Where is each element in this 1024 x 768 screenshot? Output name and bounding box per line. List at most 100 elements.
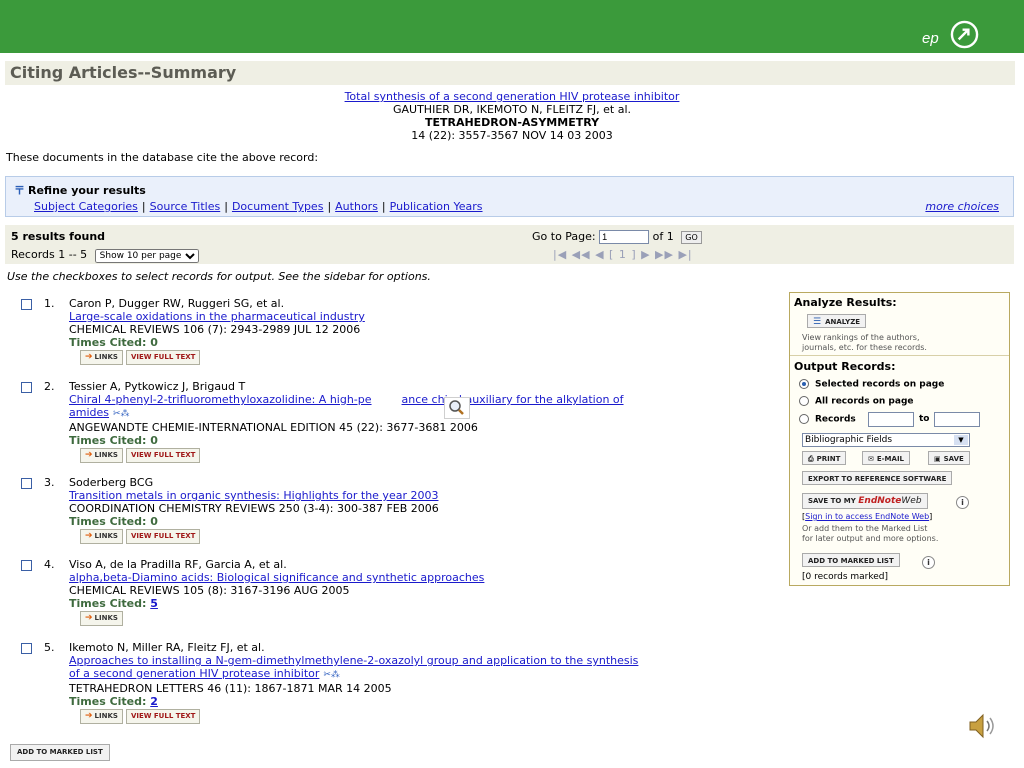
- to-label: to: [919, 414, 930, 424]
- arrow-right-icon: ➔: [85, 531, 93, 541]
- view-full-text-button[interactable]: VIEW FULL TEXT: [125, 448, 201, 463]
- record-title-link[interactable]: Transition metals in organic synthesis: …: [69, 489, 438, 502]
- logo-arrow-icon: [950, 20, 979, 49]
- links-button[interactable]: ➔ LINKS: [80, 529, 123, 544]
- save-label: SAVE: [943, 455, 964, 463]
- fields-select[interactable]: Bibliographic Fields ▼: [802, 433, 970, 447]
- info-icon[interactable]: i: [956, 496, 969, 509]
- refine-authors[interactable]: Authors: [335, 200, 378, 213]
- record-title-link[interactable]: alpha,beta-Diamino acids: Biological sig…: [69, 571, 484, 584]
- view-full-text-button[interactable]: VIEW FULL TEXT: [125, 350, 201, 365]
- records-from-input[interactable]: [868, 412, 914, 427]
- record-checkbox[interactable]: [21, 560, 32, 571]
- goto-page-input[interactable]: [599, 230, 650, 244]
- per-page-select[interactable]: Show 10 per page: [94, 249, 199, 263]
- records-to-input[interactable]: [934, 412, 980, 427]
- chevron-down-icon: ▼: [954, 435, 968, 445]
- record-title-link[interactable]: Large-scale oxidations in the pharmaceut…: [69, 310, 365, 323]
- print-button[interactable]: ⎙ PRINT: [802, 451, 847, 465]
- more-choices-link[interactable]: more choices: [925, 200, 999, 213]
- view-full-text-button[interactable]: VIEW FULL TEXT: [125, 529, 201, 544]
- times-cited-value: 0: [150, 515, 158, 528]
- intro-text: These documents in the database cite the…: [6, 151, 319, 164]
- links-button[interactable]: ➔ LINKS: [80, 350, 123, 365]
- record-authors: Tessier A, Pytkowicz J, Brigaud T: [69, 380, 246, 393]
- graph-icon[interactable]: ✂⁂: [113, 409, 130, 419]
- go-button[interactable]: GO: [681, 230, 702, 244]
- records-marked: [0 records marked]: [802, 572, 889, 582]
- refine-panel: 〒 Refine your results Subject Categories |…: [5, 176, 1014, 217]
- info-icon[interactable]: i: [922, 556, 935, 569]
- refine-document-types[interactable]: Document Types: [232, 200, 323, 213]
- times-cited-label: Times Cited:: [69, 515, 147, 528]
- record-checkbox[interactable]: [21, 299, 32, 310]
- record-title-link-cont[interactable]: ance chiral auxiliary for the alkylation…: [402, 393, 624, 406]
- endnote-label: EndNote: [858, 496, 902, 506]
- speaker-icon[interactable]: [966, 711, 998, 741]
- refine-publication-years[interactable]: Publication Years: [390, 200, 483, 213]
- arrow-right-icon: ➔: [85, 352, 93, 362]
- analyze-button[interactable]: ☰ ANALYZE: [807, 314, 867, 328]
- add-to-marked-list-button[interactable]: ADD TO MARKED LIST: [802, 553, 900, 567]
- radio-all-records[interactable]: All records on page: [799, 396, 914, 407]
- record-title-link-end[interactable]: amides: [69, 406, 109, 419]
- record-number: 1.: [44, 297, 55, 310]
- goto-label: Go to Page:: [532, 230, 596, 243]
- record-title-link-cont[interactable]: of a second generation HIV protease inhi…: [69, 667, 319, 680]
- record-title-link[interactable]: Approaches to installing a N-gem-dimethy…: [69, 654, 638, 667]
- results-bar: 5 results found Records 1 -- 5 Show 10 p…: [5, 225, 1014, 264]
- logo-text: ep: [922, 30, 939, 47]
- sign-in-link[interactable]: Sign in to access EndNote Web: [805, 512, 929, 521]
- or-add-text-2: for later output and more options.: [802, 534, 939, 543]
- radio-label: Selected records on page: [815, 379, 945, 390]
- times-cited-label: Times Cited:: [69, 434, 147, 447]
- separator: |: [381, 200, 386, 213]
- filter-icon: 〒: [14, 184, 25, 197]
- cited-record-title-link[interactable]: Total synthesis of a second generation H…: [345, 90, 680, 103]
- times-cited: Times Cited: 5: [69, 597, 779, 610]
- record-checkbox[interactable]: [21, 478, 32, 489]
- view-full-text-button[interactable]: VIEW FULL TEXT: [125, 709, 201, 724]
- record-title-link[interactable]: Chiral 4-phenyl-2-trifluoromethyloxazoli…: [69, 393, 372, 406]
- export-button[interactable]: EXPORT TO REFERENCE SOFTWARE: [802, 471, 953, 485]
- title-bar: Citing Articles--Summary: [5, 61, 1015, 85]
- links-button[interactable]: ➔ LINKS: [80, 448, 123, 463]
- output-sidebar: Analyze Results: ☰ ANALYZE View rankings …: [789, 292, 1010, 586]
- radio-selected-records[interactable]: Selected records on page: [799, 379, 944, 390]
- times-cited-link[interactable]: 5: [150, 597, 158, 610]
- disk-icon: ▣: [934, 455, 941, 463]
- links-button[interactable]: ➔ LINKS: [80, 709, 123, 724]
- analyze-icon: ☰: [813, 317, 822, 327]
- links-button[interactable]: ➔ LINKS: [80, 611, 123, 626]
- endnote-web-label: Web: [901, 496, 922, 506]
- record-authors: Soderberg BCG: [69, 476, 154, 489]
- email-button[interactable]: ✉ E-MAIL: [862, 451, 911, 465]
- record-checkbox[interactable]: [21, 382, 32, 393]
- graph-icon[interactable]: ✂⁂: [323, 670, 340, 680]
- times-cited: Times Cited: 0: [69, 434, 779, 447]
- pager-controls[interactable]: |◀ ◀◀ ◀ [ 1 ] ▶ ▶▶ ▶|: [553, 248, 693, 261]
- record-authors: Ikemoto N, Miller RA, Fleitz FJ, et al.: [69, 641, 265, 654]
- times-cited-value: 0: [150, 434, 158, 447]
- printer-icon: ⎙: [808, 455, 814, 463]
- arrow-right-icon: ➔: [85, 450, 93, 460]
- cited-record-authors: GAUTHIER DR, IKEMOTO N, FLEITZ FJ, et al…: [392, 103, 632, 116]
- record-number: 5.: [44, 641, 55, 654]
- links-label: LINKS: [94, 532, 118, 540]
- magnifier-icon[interactable]: [444, 397, 470, 419]
- radio-label: All records on page: [815, 396, 914, 407]
- times-cited-label: Times Cited:: [69, 695, 147, 708]
- page-count: of 1: [652, 230, 674, 243]
- refine-source-titles[interactable]: Source Titles: [150, 200, 221, 213]
- record-source: COORDINATION CHEMISTRY REVIEWS 250 (3-4)…: [69, 502, 439, 515]
- refine-subject-categories[interactable]: Subject Categories: [34, 200, 138, 213]
- goto-page: Go to Page: of 1 GO: [532, 230, 702, 244]
- save-button[interactable]: ▣ SAVE: [928, 451, 970, 465]
- save-to-endnote-button[interactable]: SAVE TO MY EndNoteWeb: [802, 493, 928, 509]
- radio-records-range[interactable]: Records: [799, 414, 856, 425]
- add-to-marked-list-bottom-button[interactable]: ADD TO MARKED LIST: [10, 744, 110, 761]
- radio-dot: [799, 396, 809, 406]
- record-checkbox[interactable]: [21, 643, 32, 654]
- times-cited-link[interactable]: 2: [150, 695, 158, 708]
- refine-heading[interactable]: 〒 Refine your results: [14, 182, 146, 198]
